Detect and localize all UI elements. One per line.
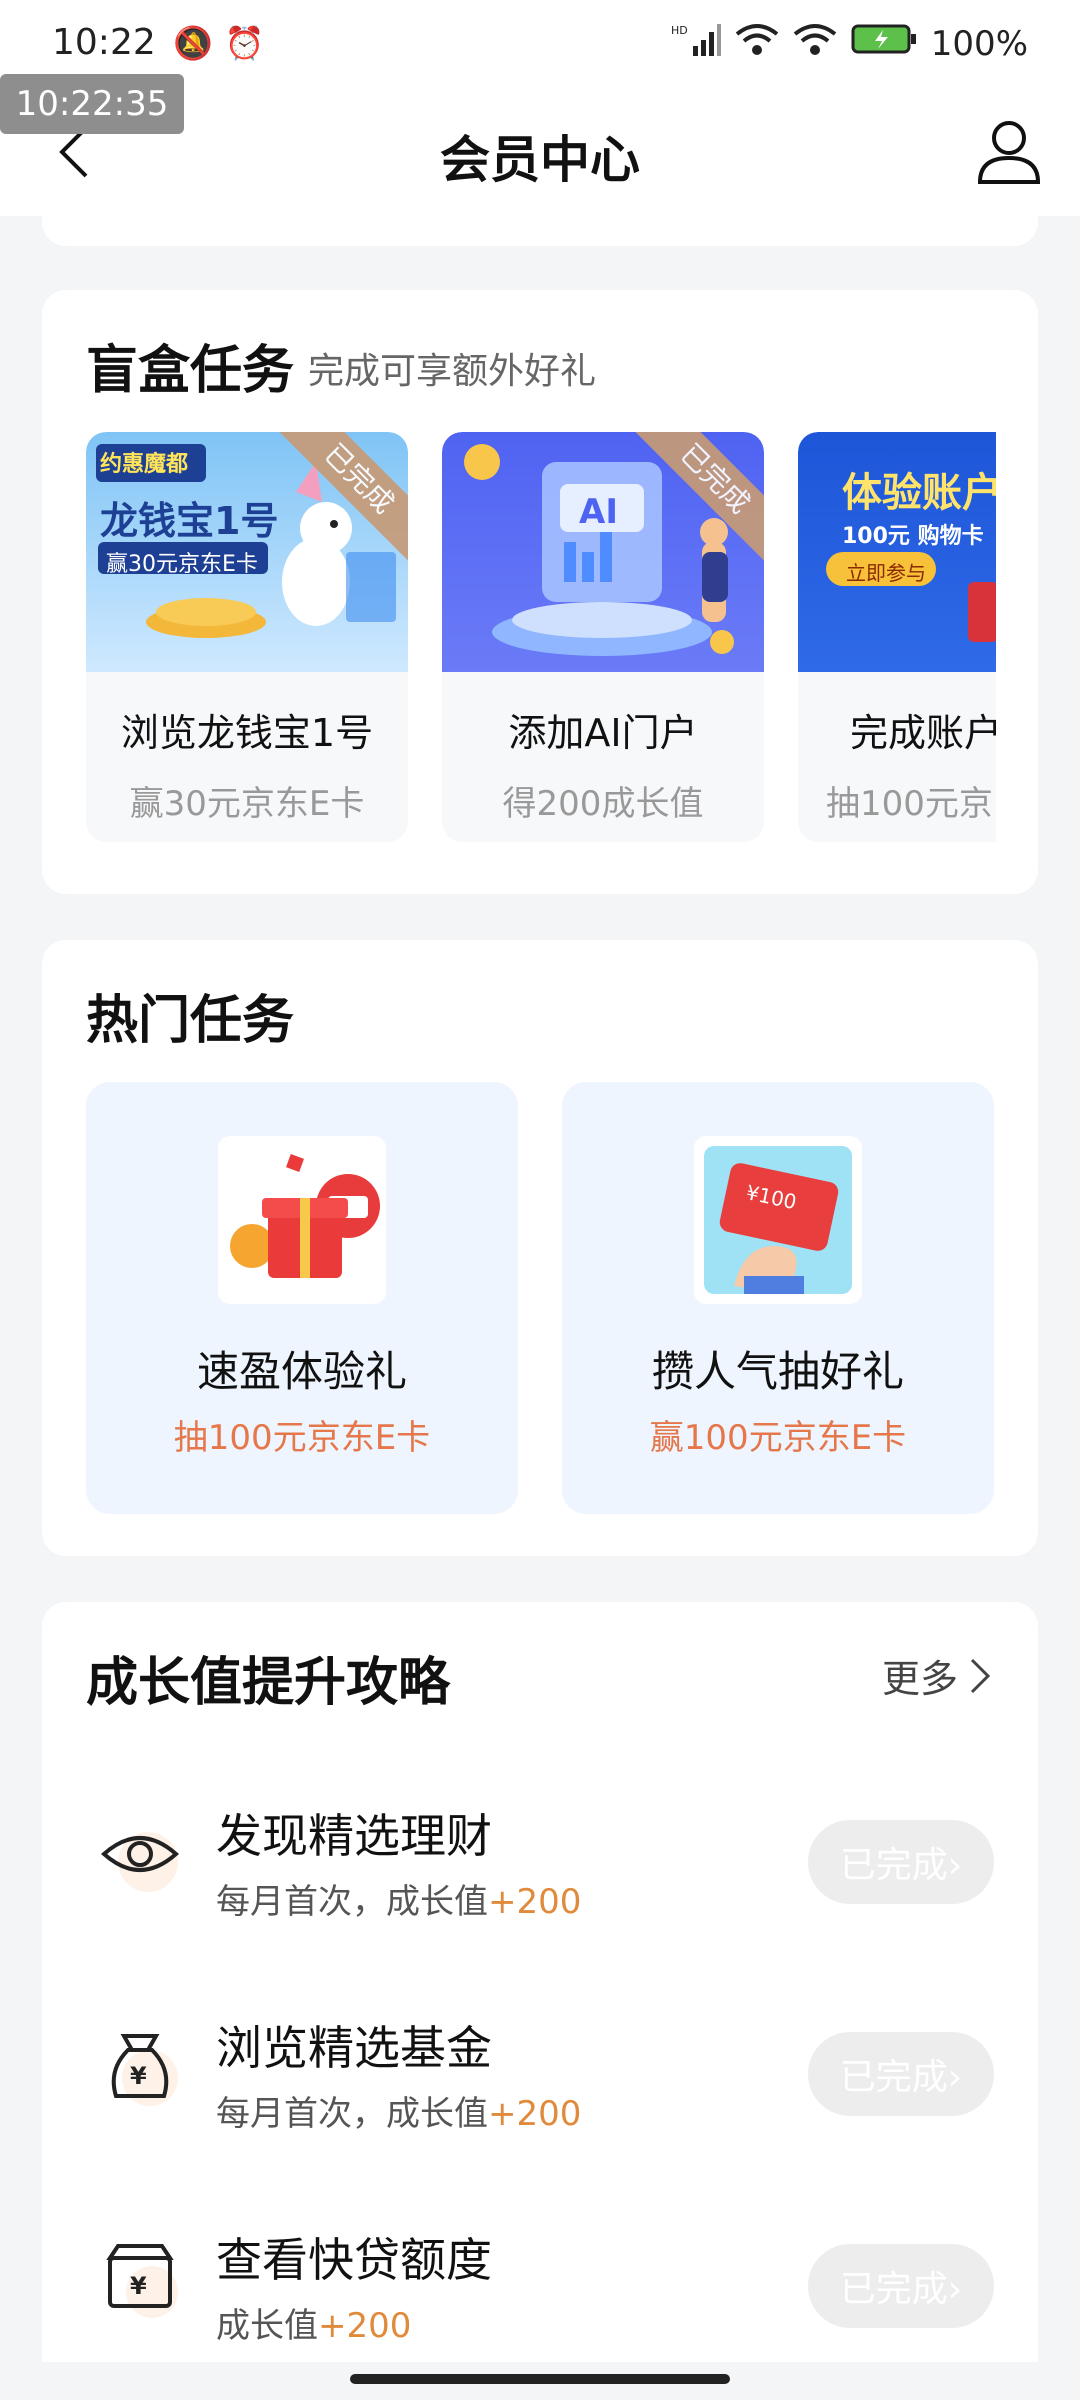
gift-box-icon [218, 1136, 386, 1304]
blind-box-banner: 约惠魔都 龙钱宝1号 赢30元京东E卡 已完成 [86, 432, 408, 672]
banner-text: AI [579, 492, 618, 532]
user-icon [977, 121, 1041, 184]
blind-box-item[interactable]: AI 已完成 添加AI门户 得200成长值 [442, 432, 764, 842]
money-bag-icon: ¥ [98, 2024, 182, 2108]
wifi-icon [735, 22, 779, 65]
signal-icon: HD [671, 22, 721, 65]
blind-box-title: 盲盒任务 [86, 341, 295, 401]
growth-task-row[interactable]: ¥ 浏览精选基金 每月首次，成长值+200 已完成› [42, 1994, 1038, 2144]
growth-strategy-card: 成长值提升攻略 更多 发现精选理财 每月首次，成长值+200 已完成› ¥ 浏览… [42, 1602, 1038, 2362]
svg-text:¥: ¥ [130, 2272, 147, 2300]
more-label: 更多 [881, 1657, 958, 1701]
banner-text: 体验账户 [842, 470, 996, 516]
home-indicator[interactable] [350, 2374, 730, 2384]
hot-tasks-title: 热门任务 [86, 991, 295, 1051]
more-link[interactable]: 更多 [882, 1648, 994, 1703]
banner-text: 约惠魔都 [100, 452, 189, 477]
growth-task-desc: 成长值+200 [216, 2298, 411, 2347]
hot-task-reward: 赢100元京东E卡 [649, 1418, 907, 1458]
yuan-box-icon: ¥ [98, 2236, 182, 2320]
timestamp-overlay: 10:22:35 [0, 74, 184, 134]
growth-desc-text: 每月首次，成长值 [216, 2094, 488, 2134]
battery-percent: 100% [930, 23, 1028, 64]
battery-icon [851, 22, 917, 65]
growth-task-desc: 每月首次，成长值+200 [216, 2086, 581, 2135]
growth-task-row[interactable]: ¥ 查看快贷额度 成长值+200 已完成› [42, 2206, 1038, 2356]
growth-desc-text: 每月首次，成长值 [216, 1882, 488, 1922]
completed-button[interactable]: 已完成› [808, 2032, 994, 2116]
growth-task-row[interactable]: 发现精选理财 每月首次，成长值+200 已完成› [42, 1782, 1038, 1932]
blind-box-item[interactable]: 约惠魔都 龙钱宝1号 赢30元京东E卡 已完成 浏览龙钱宝1号 赢30元京东E卡 [86, 432, 408, 842]
growth-task-title: 查看快贷额度 [216, 2233, 492, 2287]
svg-text:¥: ¥ [130, 2062, 147, 2090]
previous-card-bottom [42, 190, 1038, 246]
gift-card-icon: ¥100 [694, 1136, 862, 1304]
hot-task-reward: 抽100元京东E卡 [173, 1418, 431, 1458]
chevron-right-icon [970, 1658, 991, 1693]
user-profile-button[interactable] [974, 116, 1044, 186]
growth-title: 成长值提升攻略 [86, 1653, 451, 1713]
status-icons: HD 100% [671, 22, 1028, 65]
banner-text: 龙钱宝1号 [100, 499, 279, 543]
blind-box-banner: AI 已完成 [442, 432, 764, 672]
growth-plus-value: +200 [318, 2306, 412, 2346]
blind-box-item[interactable]: 体验账户 100元 购物卡 立即参与 完成账户 抽100元京 [798, 432, 996, 842]
hot-task-title: 攒人气抽好礼 [651, 1347, 904, 1396]
svg-text:HD: HD [671, 24, 688, 37]
blind-box-banner: 体验账户 100元 购物卡 立即参与 [798, 432, 996, 672]
hot-task-title: 速盈体验礼 [196, 1347, 407, 1396]
growth-task-desc: 每月首次，成长值+200 [216, 1874, 581, 1923]
blind-box-carousel[interactable]: 约惠魔都 龙钱宝1号 赢30元京东E卡 已完成 浏览龙钱宝1号 赢30元京东E卡 [86, 432, 996, 842]
growth-task-title: 发现精选理财 [216, 1809, 492, 1863]
banner-text: 赢30元京东E卡 [106, 552, 258, 577]
blind-box-item-reward: 抽100元京 [826, 784, 993, 824]
mute-icon: 🔕 [173, 24, 214, 62]
growth-desc-text: 成长值 [216, 2306, 318, 2346]
eye-icon [98, 1812, 182, 1896]
blind-box-item-title: 添加AI门户 [508, 711, 698, 755]
hot-task-item[interactable]: 速盈体验礼 抽100元京东E卡 [86, 1082, 518, 1514]
banner-text: 100元 购物卡 [842, 524, 984, 549]
blind-box-item-title: 完成账户 [850, 711, 996, 755]
hot-task-item[interactable]: ¥100 攒人气抽好礼 赢100元京东E卡 [562, 1082, 994, 1514]
wifi-icon-2 [793, 22, 837, 65]
banner-text: 立即参与 [846, 561, 926, 585]
growth-task-title: 浏览精选基金 [216, 2021, 492, 2075]
blind-box-item-title: 浏览龙钱宝1号 [120, 711, 374, 755]
status-time: 10:22 🔕 ⏰ [52, 22, 264, 63]
blind-box-item-reward: 得200成长值 [502, 784, 704, 824]
growth-plus-value: +200 [488, 2094, 582, 2134]
growth-plus-value: +200 [488, 1882, 582, 1922]
status-time-text: 10:22 [52, 22, 156, 63]
hot-tasks-card: 热门任务 速盈体验礼 抽100元京东E卡 ¥100 攒人气抽好礼 赢100元京东… [42, 940, 1038, 1556]
blind-box-item-reward: 赢30元京东E卡 [129, 784, 365, 824]
completed-button[interactable]: 已完成› [808, 1820, 994, 1904]
completed-button[interactable]: 已完成› [808, 2244, 994, 2328]
blind-box-subtitle: 完成可享额外好礼 [308, 351, 597, 392]
alarm-icon: ⏰ [224, 24, 265, 62]
blind-box-card: 盲盒任务 完成可享额外好礼 约惠魔都 龙钱宝1号 赢30元京东E卡 已完成 浏览… [42, 290, 1038, 894]
